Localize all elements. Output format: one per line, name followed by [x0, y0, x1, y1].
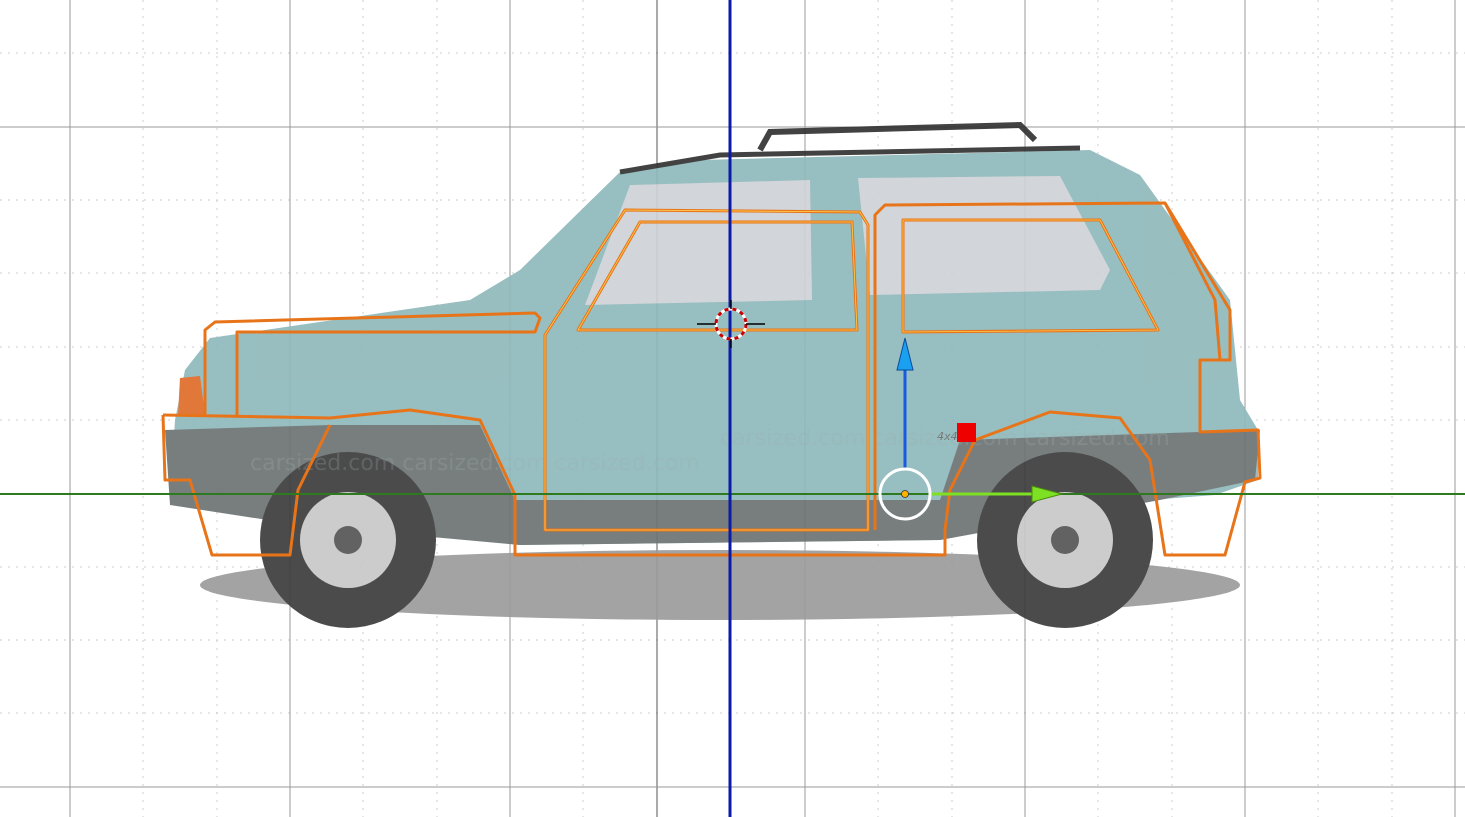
- watermark: carsized.com carsized.com carsized.com: [250, 451, 700, 476]
- gizmo-plane-handle[interactable]: [957, 423, 976, 442]
- 3d-viewport[interactable]: 4x4 carsized.com carsized.com carsized.c…: [0, 0, 1465, 817]
- object-origin-icon: [901, 490, 909, 498]
- watermark: carsized.com carsized.com carsized.com: [720, 426, 1170, 451]
- viewport-canvas[interactable]: 4x4 carsized.com carsized.com carsized.c…: [0, 0, 1465, 817]
